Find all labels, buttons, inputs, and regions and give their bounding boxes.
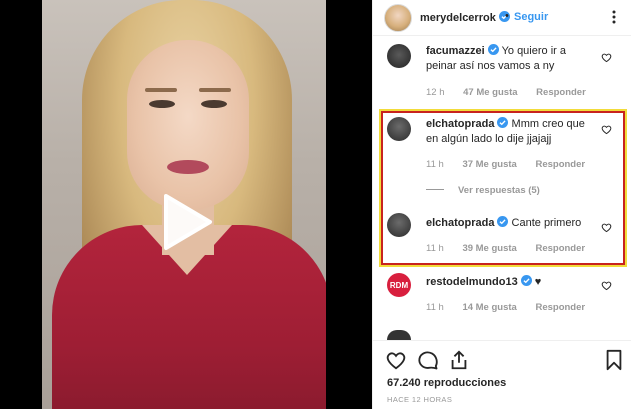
- play-icon[interactable]: [158, 192, 214, 252]
- follow-button[interactable]: Seguir: [514, 11, 548, 23]
- thumbnail-face: [127, 40, 249, 210]
- reply-button[interactable]: Responder: [535, 159, 585, 170]
- comment-avatar[interactable]: [387, 44, 411, 68]
- heart-outline-icon[interactable]: [385, 349, 407, 371]
- verified-badge-icon: [487, 44, 499, 55]
- comment-avatar[interactable]: [387, 213, 411, 237]
- comment-time[interactable]: 11 h: [426, 243, 444, 254]
- video-player[interactable]: [0, 0, 372, 409]
- bookmark-icon[interactable]: [603, 349, 625, 371]
- reply-button[interactable]: Responder: [535, 243, 585, 254]
- header-separator: •: [505, 10, 509, 22]
- comment-username[interactable]: restodelmundo13: [426, 276, 518, 288]
- lips: [167, 160, 209, 174]
- comment-time[interactable]: 11 h: [426, 159, 444, 170]
- view-replies-button[interactable]: Ver respuestas (5): [426, 185, 540, 196]
- comment-text: elchatoprada Mmm creo que en algún lado …: [426, 117, 596, 147]
- comment-text: restodelmundo13 ♥: [426, 275, 596, 290]
- comment-body: ♥: [534, 276, 542, 288]
- verified-badge-icon: [497, 117, 509, 128]
- author-avatar[interactable]: [384, 4, 412, 32]
- comment-body: Cante primero: [511, 217, 582, 229]
- left-brow: [145, 88, 177, 92]
- author-username-text[interactable]: merydelcerrok: [420, 12, 496, 24]
- avatar-label: RDM: [389, 280, 409, 290]
- comment-time[interactable]: 12 h: [426, 87, 445, 98]
- comment-icon[interactable]: [417, 349, 439, 371]
- right-brow: [199, 88, 231, 92]
- comment-meta: 11 h 37 Me gusta Responder: [426, 159, 601, 170]
- verified-badge-icon: [497, 216, 509, 227]
- comment-meta: 11 h 39 Me gusta Responder: [426, 243, 601, 254]
- post-header: merydelcerrok • Seguir: [373, 0, 631, 36]
- reply-button[interactable]: Responder: [535, 302, 585, 313]
- heart-outline-icon[interactable]: [601, 124, 612, 135]
- comment-time[interactable]: 11 h: [426, 302, 444, 313]
- comment-text: facumazzei Yo quiero ir a peinar así nos…: [426, 44, 596, 74]
- comment-avatar[interactable]: RDM: [387, 273, 411, 297]
- post-timestamp[interactable]: HACE 12 HORAS: [387, 395, 452, 404]
- replies-divider: [426, 189, 444, 190]
- share-icon[interactable]: [448, 349, 470, 371]
- comment-likes[interactable]: 39 Me gusta: [462, 243, 516, 254]
- comment-meta: 12 h 47 Me gusta Responder: [426, 87, 602, 98]
- view-count[interactable]: 67.240 reproducciones: [387, 377, 506, 389]
- verified-badge-icon: [520, 275, 532, 286]
- comment-username[interactable]: elchatoprada: [426, 217, 494, 229]
- heart-outline-icon[interactable]: [601, 222, 612, 233]
- comment-meta: 11 h 14 Me gusta Responder: [426, 302, 601, 313]
- reply-button[interactable]: Responder: [536, 87, 586, 98]
- heart-outline-icon[interactable]: [601, 52, 612, 63]
- author-username[interactable]: merydelcerrok: [420, 11, 510, 24]
- comment-likes[interactable]: 47 Me gusta: [463, 87, 517, 98]
- heart-outline-icon[interactable]: [601, 280, 612, 291]
- comment-avatar[interactable]: [387, 330, 411, 340]
- post-sidebar: merydelcerrok • Seguir facumazzei Yo qui…: [372, 0, 631, 409]
- more-options-icon[interactable]: [607, 9, 621, 25]
- comment-likes[interactable]: 37 Me gusta: [462, 159, 516, 170]
- comment-username[interactable]: facumazzei: [426, 45, 485, 57]
- left-eye: [149, 100, 175, 108]
- comment-avatar[interactable]: [387, 117, 411, 141]
- comment-username[interactable]: elchatoprada: [426, 118, 494, 130]
- comment-likes[interactable]: 14 Me gusta: [462, 302, 516, 313]
- right-eye: [201, 100, 227, 108]
- action-bar: [373, 340, 631, 371]
- comment-text: elchatoprada Cante primero: [426, 216, 596, 231]
- view-replies-label[interactable]: Ver respuestas (5): [458, 185, 540, 196]
